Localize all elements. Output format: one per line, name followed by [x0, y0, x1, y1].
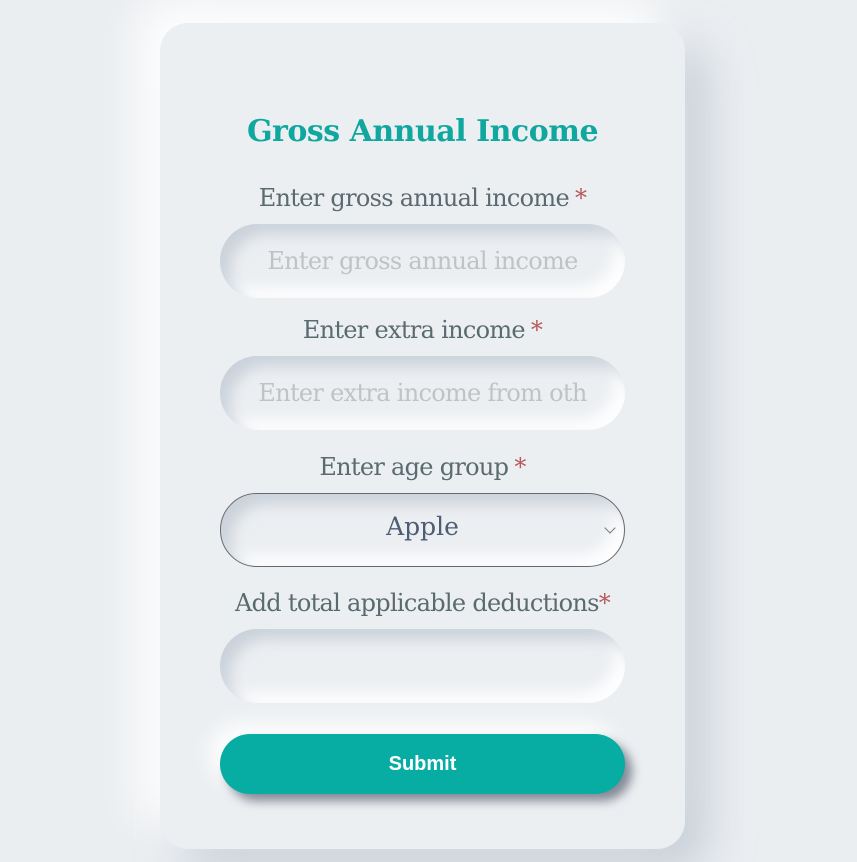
deductions-label-text: Add total applicable deductions: [234, 589, 599, 617]
deductions-input[interactable]: [220, 629, 625, 703]
submit-button[interactable]: Submit: [220, 734, 625, 794]
age-group-selected-value: Apple: [386, 512, 459, 541]
age-group-select[interactable]: Apple: [220, 493, 625, 567]
gross-income-input[interactable]: [220, 224, 625, 298]
gross-income-label-text: Enter gross annual income: [258, 184, 570, 212]
required-marker: *: [574, 184, 587, 212]
extra-income-label: Enter extra income *: [0, 316, 845, 344]
required-marker: *: [514, 453, 526, 481]
form-title: Gross Annual Income: [246, 114, 599, 149]
age-group-label: Enter age group *: [0, 453, 845, 481]
age-group-label-text: Enter age group: [319, 453, 509, 481]
deductions-label: Add total applicable deductions*: [0, 589, 845, 617]
extra-income-label-text: Enter extra income: [302, 316, 526, 344]
required-marker: *: [530, 316, 543, 344]
extra-income-input[interactable]: [220, 356, 625, 430]
gross-income-label: Enter gross annual income *: [0, 184, 845, 212]
required-marker: *: [598, 589, 611, 617]
